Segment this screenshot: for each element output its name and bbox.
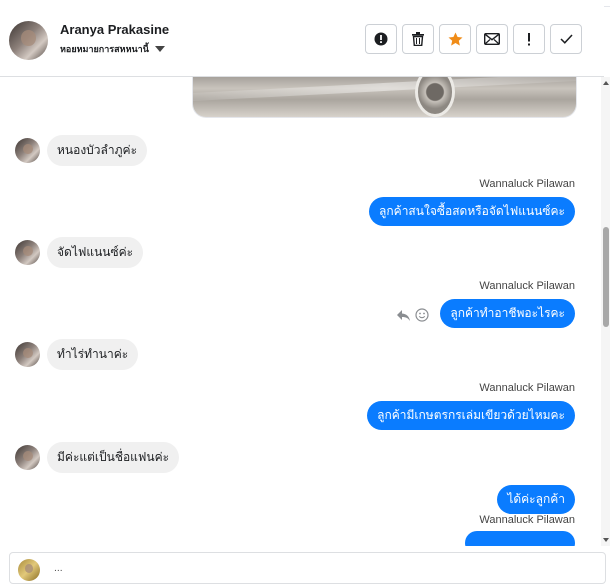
sender-name: Wannaluck Pilawan xyxy=(479,280,575,292)
thread-scrollbar[interactable] xyxy=(601,77,610,546)
contact-avatar-small xyxy=(15,138,40,163)
exclamation-circle-icon xyxy=(374,32,388,46)
outgoing-bubble[interactable]: ได้ค่ะลูกค้า xyxy=(497,485,575,514)
outgoing-bubble[interactable]: ลูกค้ามีเกษตรกรเล่มเขียวด้วยไหมคะ xyxy=(367,401,575,430)
incoming-bubble[interactable]: มีค่ะแต่เป็นชื่อแฟนค่ะ xyxy=(47,442,180,473)
conversation-header: Aranya Prakasine หอยหมายการสหหนานี้ xyxy=(0,6,604,77)
contact-name[interactable]: Aranya Prakasine xyxy=(60,22,169,37)
outgoing-bubble[interactable]: ลูกค้าทำอาชีพอะไรคะ xyxy=(440,299,575,328)
delete-button[interactable] xyxy=(402,24,434,54)
composer-input[interactable]: ... xyxy=(54,564,63,574)
contact-avatar-small xyxy=(15,445,40,470)
outgoing-bubble[interactable] xyxy=(465,531,575,546)
incoming-bubble[interactable]: หนองบัวลำภูค่ะ xyxy=(47,135,148,166)
shared-photo-message[interactable] xyxy=(192,77,577,118)
incoming-bubble[interactable]: จัดไฟแนนซ์ค่ะ xyxy=(47,237,144,268)
conversation-toolbar xyxy=(365,24,582,54)
contact-avatar[interactable] xyxy=(9,21,48,60)
priority-button[interactable] xyxy=(513,24,545,54)
exclamation-icon xyxy=(528,32,530,45)
scroll-down-arrow-icon[interactable] xyxy=(603,538,609,542)
incoming-message: ทำไร่ทำนาค่ะ xyxy=(15,339,139,370)
trash-icon xyxy=(412,32,424,46)
contact-subtitle-dropdown[interactable]: หอยหมายการสหหนานี้ xyxy=(60,42,165,56)
scroll-up-arrow-icon[interactable] xyxy=(603,81,609,85)
outgoing-bubble[interactable]: ลูกค้าสนใจซื้อสดหรือจัดไฟแนนซ์คะ xyxy=(369,197,575,226)
incoming-bubble[interactable]: ทำไร่ทำนาค่ะ xyxy=(47,339,139,370)
contact-avatar-small xyxy=(15,342,40,367)
reply-icon[interactable] xyxy=(396,309,411,322)
incoming-message: มีค่ะแต่เป็นชื่อแฟนค่ะ xyxy=(15,442,180,473)
smiley-icon[interactable] xyxy=(415,308,429,322)
caret-down-icon xyxy=(154,46,165,52)
message-thread[interactable]: หนองบัวลำภูค่ะ Wannaluck Pilawan ลูกค้าส… xyxy=(0,77,601,546)
message-actions xyxy=(396,308,429,322)
sender-name: Wannaluck Pilawan xyxy=(479,382,575,394)
check-icon xyxy=(559,34,573,44)
star-button[interactable] xyxy=(439,24,471,54)
sender-name: Wannaluck Pilawan xyxy=(479,178,575,190)
envelope-icon xyxy=(484,33,500,45)
message-composer[interactable]: ... xyxy=(9,552,606,584)
done-button[interactable] xyxy=(550,24,582,54)
star-icon xyxy=(448,32,462,46)
sender-name: Wannaluck Pilawan xyxy=(479,514,575,526)
mark-unread-button[interactable] xyxy=(476,24,508,54)
contact-avatar-small xyxy=(15,240,40,265)
mark-spam-button[interactable] xyxy=(365,24,397,54)
scrollbar-thumb[interactable] xyxy=(603,227,609,327)
incoming-message: หนองบัวลำภูค่ะ xyxy=(15,135,148,166)
contact-subtitle: หอยหมายการสหหนานี้ xyxy=(60,45,149,55)
incoming-message: จัดไฟแนนซ์ค่ะ xyxy=(15,237,144,268)
page-avatar xyxy=(18,559,40,581)
